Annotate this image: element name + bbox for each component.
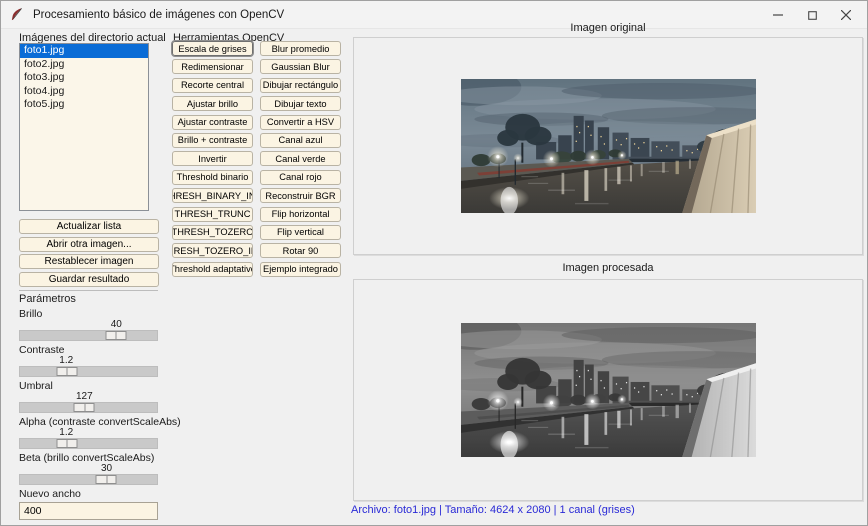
tool-red-channel-button[interactable]: Canal rojo — [260, 169, 341, 185]
file-list-item[interactable]: foto2.jpg — [20, 58, 148, 72]
slider-group-umbral: Umbral 127 — [19, 380, 158, 413]
tool-threshold-binary-button[interactable]: Threshold binario — [172, 169, 253, 185]
slider-group-alpha: Alpha (contraste convertScaleAbs) 1.2 — [19, 416, 181, 449]
tool-brightness-contrast-button[interactable]: Brillo + contraste — [172, 132, 253, 148]
tool-thresh-trunc-button[interactable]: THRESH_TRUNC — [172, 206, 253, 222]
open-other-image-button[interactable]: Abrir otra imagen... — [19, 236, 159, 252]
tool-rebuild-bgr-button[interactable]: Reconstruir BGR — [260, 188, 341, 204]
umbral-slider[interactable] — [19, 402, 158, 413]
app-feather-icon — [11, 8, 22, 21]
close-icon — [841, 10, 851, 20]
alpha-slider[interactable] — [19, 438, 158, 449]
left-separator — [19, 290, 158, 291]
parameters-title: Parámetros — [19, 293, 76, 305]
tool-green-channel-button[interactable]: Canal verde — [260, 151, 341, 167]
slider-group-beta: Beta (brillo convertScaleAbs) 30 — [19, 452, 158, 485]
slider-value: 1.2 — [59, 427, 74, 438]
tool-thresh-tozero-inv-button[interactable]: THRESH_TOZERO_INV — [172, 243, 253, 259]
new-width-label: Nuevo ancho — [19, 488, 81, 500]
tool-grayscale-button[interactable]: Escala de grises — [170, 39, 255, 58]
slider-value: 40 — [110, 319, 122, 330]
original-image — [460, 79, 756, 213]
save-result-button[interactable]: Guardar resultado — [19, 271, 159, 287]
tool-draw-rect-button[interactable]: Dibujar rectángulo — [260, 77, 341, 93]
original-image-label: Imagen original — [570, 22, 646, 34]
slider-label: Alpha (contraste convertScaleAbs) — [19, 416, 181, 428]
slider-thumb[interactable] — [73, 403, 95, 412]
file-list-item[interactable]: foto3.jpg — [20, 71, 148, 85]
slider-label: Beta (brillo convertScaleAbs) — [19, 452, 155, 464]
tool-invert-button[interactable]: Invertir — [172, 151, 253, 167]
reset-image-button[interactable]: Restablecer imagen — [19, 254, 159, 270]
slider-label: Contraste — [19, 344, 65, 356]
original-image-panel — [353, 37, 863, 255]
slider-group-contraste: Contraste 1.2 — [19, 344, 158, 377]
maximize-icon — [807, 10, 817, 20]
tool-adjust-contrast-button[interactable]: Ajustar contraste — [172, 114, 253, 130]
file-list-item[interactable]: foto4.jpg — [20, 85, 148, 99]
tool-center-crop-button[interactable]: Recorte central — [172, 77, 253, 93]
slider-thumb[interactable] — [105, 331, 127, 340]
refresh-list-button[interactable]: Actualizar lista — [19, 219, 159, 234]
tool-adjust-brightness-button[interactable]: Ajustar brillo — [172, 96, 253, 112]
app-window: Procesamiento básico de imágenes con Ope… — [0, 0, 868, 526]
processed-image-panel — [353, 279, 863, 501]
slider-thumb[interactable] — [56, 439, 78, 448]
tool-rotate-90-button[interactable]: Rotar 90 — [260, 243, 341, 259]
tool-flip-horizontal-button[interactable]: Flip horizontal — [260, 206, 341, 222]
beta-slider[interactable] — [19, 474, 158, 485]
tool-resize-button[interactable]: Redimensionar — [172, 59, 253, 75]
file-list-item[interactable]: foto5.jpg — [20, 98, 148, 112]
tool-blue-channel-button[interactable]: Canal azul — [260, 132, 341, 148]
slider-group-brillo: Brillo 40 — [19, 308, 158, 341]
tool-thresh-binary-inv-button[interactable]: THRESH_BINARY_INV — [172, 188, 253, 204]
status-bar: Archivo: foto1.jpg | Tamaño: 4624 x 2080… — [351, 504, 635, 516]
tool-blur-avg-button[interactable]: Blur promedio — [260, 41, 341, 56]
tool-adaptive-threshold-button[interactable]: Threshold adaptativo — [172, 261, 253, 277]
tool-gaussian-blur-button[interactable]: Gaussian Blur — [260, 59, 341, 75]
tool-convert-hsv-button[interactable]: Convertir a HSV — [260, 114, 341, 130]
tool-draw-text-button[interactable]: Dibujar texto — [260, 96, 341, 112]
processed-image — [460, 323, 756, 457]
contraste-slider[interactable] — [19, 366, 158, 377]
tool-thresh-tozero-button[interactable]: THRESH_TOZERO — [172, 224, 253, 240]
brillo-slider[interactable] — [19, 330, 158, 341]
slider-thumb[interactable] — [95, 475, 117, 484]
tool-integrated-example-button[interactable]: Ejemplo integrado — [260, 261, 341, 277]
slider-thumb[interactable] — [56, 367, 78, 376]
file-listbox[interactable]: foto1.jpg foto2.jpg foto3.jpg foto4.jpg … — [19, 43, 149, 211]
new-width-input[interactable] — [19, 502, 158, 520]
tools-grid: Escala de grises Blur promedio Redimensi… — [170, 39, 341, 277]
file-list-item[interactable]: foto1.jpg — [20, 44, 148, 58]
slider-value: 30 — [101, 463, 113, 474]
tool-flip-vertical-button[interactable]: Flip vertical — [260, 224, 341, 240]
window-title: Procesamiento básico de imágenes con Ope… — [33, 8, 285, 21]
minimize-icon — [773, 14, 783, 16]
slider-label: Brillo — [19, 308, 43, 320]
slider-value: 127 — [75, 391, 93, 402]
slider-value: 1.2 — [59, 355, 74, 366]
processed-image-label: Imagen procesada — [562, 262, 654, 274]
